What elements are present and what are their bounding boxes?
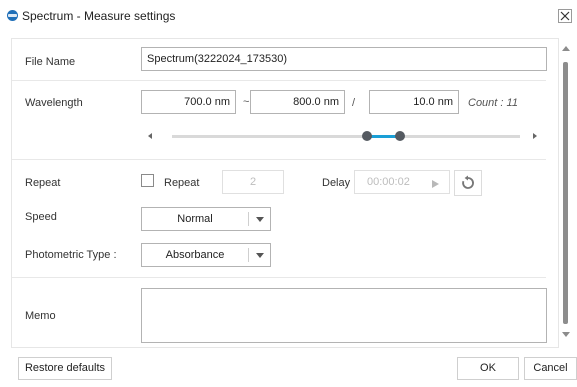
ok-button[interactable]: OK: [457, 357, 519, 380]
divider: [12, 159, 546, 160]
wavelength-label: Wavelength: [25, 97, 83, 109]
chevron-down-icon: [256, 217, 264, 222]
divider: [12, 277, 546, 278]
photometric-type-select[interactable]: Absorbance: [141, 243, 271, 267]
photometric-type-label: Photometric Type :: [25, 249, 117, 261]
slider-left-arrow-icon[interactable]: [148, 133, 152, 139]
repeat-count-input[interactable]: 2: [222, 170, 284, 194]
repeat-checkbox[interactable]: [141, 174, 154, 187]
repeat-label: Repeat: [25, 177, 61, 189]
reset-delay-button[interactable]: [454, 170, 482, 196]
range-separator: ~: [243, 96, 250, 108]
app-logo-icon: [7, 10, 18, 21]
play-icon[interactable]: [432, 180, 439, 188]
wavelength-end-input[interactable]: 800.0 nm: [250, 90, 345, 114]
cancel-button[interactable]: Cancel: [524, 357, 577, 380]
close-button[interactable]: [558, 9, 572, 23]
divider: [12, 80, 546, 81]
scroll-thumb[interactable]: [563, 62, 568, 324]
slider-right-arrow-icon[interactable]: [533, 133, 537, 139]
file-name-label: File Name: [25, 56, 76, 68]
delay-label: Delay: [322, 177, 351, 189]
slider-thumb-low[interactable]: [361, 131, 372, 141]
step-separator: /: [352, 97, 356, 109]
repeat-checkbox-label[interactable]: Repeat: [164, 177, 199, 189]
reset-icon: [462, 175, 474, 189]
scroll-up-arrow-icon[interactable]: [562, 46, 570, 51]
close-icon: [560, 11, 570, 21]
speed-label: Speed: [25, 211, 57, 223]
window-title: Spectrum - Measure settings: [22, 9, 176, 23]
memo-textarea[interactable]: [141, 288, 547, 343]
restore-defaults-button[interactable]: Restore defaults: [18, 357, 112, 380]
select-divider: [248, 248, 249, 262]
slider-thumb-high[interactable]: [394, 131, 405, 141]
memo-label: Memo: [25, 310, 56, 322]
file-name-input[interactable]: Spectrum(3222024_173530): [141, 47, 547, 71]
select-divider: [248, 212, 249, 226]
vertical-scrollbar[interactable]: [561, 42, 571, 342]
photometric-select-value: Absorbance: [165, 249, 225, 261]
speed-select-value: Normal: [177, 213, 213, 225]
chevron-down-icon: [256, 253, 264, 258]
wavelength-count: Count : 11: [468, 97, 518, 109]
title-bar: Spectrum - Measure settings: [0, 0, 577, 30]
wavelength-step-input[interactable]: 10.0 nm: [369, 90, 459, 114]
speed-select[interactable]: Normal: [141, 207, 271, 231]
scroll-down-arrow-icon[interactable]: [562, 332, 570, 337]
wavelength-start-input[interactable]: 700.0 nm: [141, 90, 236, 114]
wavelength-range-slider-track[interactable]: [172, 135, 520, 138]
